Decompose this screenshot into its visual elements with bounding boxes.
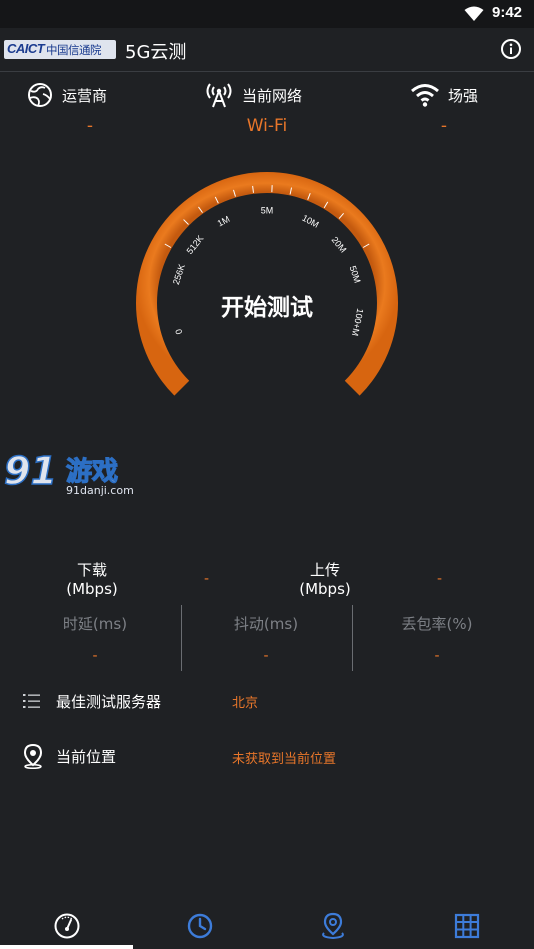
list-icon xyxy=(23,694,40,708)
watermark-url: 91danji.com xyxy=(66,484,134,497)
logo-text-cn: 中国信通院 xyxy=(46,43,102,57)
network-section: 当前网络 xyxy=(204,80,302,110)
latency-value: - xyxy=(92,648,98,664)
metric-divider xyxy=(181,605,182,671)
upload-title: 上传 (Mbps) xyxy=(285,561,365,599)
signal-value: - xyxy=(440,116,448,136)
status-time: 9:42 xyxy=(492,4,523,21)
latency-label: 时延(ms) xyxy=(62,615,128,633)
watermark-brand: 游戏 xyxy=(66,457,118,487)
location-value[interactable]: 未获取到当前位置 xyxy=(232,748,336,767)
wifi-status-icon xyxy=(464,6,484,21)
packet-loss-value: - xyxy=(434,648,440,664)
download-label: 下载 xyxy=(76,561,107,579)
app-title: 5G云测 xyxy=(125,42,187,63)
wifi-signal-icon xyxy=(411,84,439,107)
gauge-scale-label: 10M xyxy=(300,213,320,230)
jitter-value: - xyxy=(263,648,269,664)
speedometer-icon[interactable] xyxy=(53,912,81,940)
server-value[interactable]: 北京 xyxy=(232,692,258,711)
gauge-scale-label: 0 xyxy=(173,328,184,336)
gauge-scale-label: 50M xyxy=(348,265,363,285)
bottom-navigation xyxy=(0,900,534,949)
clock-icon[interactable] xyxy=(186,912,214,940)
download-unit: (Mbps) xyxy=(66,580,118,598)
gauge-scale-label: 512K xyxy=(185,233,206,256)
download-value: - xyxy=(204,571,210,587)
signal-section: 场强 xyxy=(410,80,478,110)
watermark-digits: 91 xyxy=(4,449,57,493)
server-label: 最佳测试服务器 xyxy=(56,692,162,711)
active-tab-indicator xyxy=(0,945,133,949)
download-title: 下载 (Mbps) xyxy=(52,561,132,599)
network-label: 当前网络 xyxy=(242,86,303,105)
operator-value: - xyxy=(86,116,94,136)
location-pin-icon xyxy=(23,743,43,769)
upload-value: - xyxy=(437,571,443,587)
caict-logo: CAICT 中国信通院 xyxy=(4,40,116,59)
site-watermark: 91 游戏 91danji.com xyxy=(4,448,134,497)
upload-unit: (Mbps) xyxy=(299,580,351,598)
metric-divider xyxy=(352,605,353,671)
table-icon[interactable] xyxy=(453,912,481,940)
status-bar: 9:42 xyxy=(0,0,534,28)
upload-label: 上传 xyxy=(309,561,340,579)
antenna-icon xyxy=(206,83,232,108)
map-pin-icon[interactable] xyxy=(319,912,347,940)
gauge-scale-label: 256K xyxy=(171,263,187,286)
operator-section: 运营商 xyxy=(26,80,107,110)
info-icon[interactable] xyxy=(500,38,522,60)
signal-label: 场强 xyxy=(448,86,479,105)
operator-label: 运营商 xyxy=(62,86,108,105)
location-row[interactable]: 当前位置 xyxy=(22,741,116,771)
start-test-button[interactable]: 开始测试 xyxy=(160,288,374,322)
gauge-scale-label: 20M xyxy=(330,235,349,255)
jitter-label: 抖动(ms) xyxy=(233,615,299,633)
gauge-scale-label: 1M xyxy=(216,214,232,229)
network-value: Wi-Fi xyxy=(246,116,288,136)
packet-loss-label: 丢包率(%) xyxy=(401,615,473,633)
globe-icon xyxy=(28,83,52,107)
gauge-scale-label: 5M xyxy=(261,205,274,215)
app-bar: CAICT 中国信通院 5G云测 xyxy=(0,28,534,72)
location-label: 当前位置 xyxy=(56,747,117,766)
logo-text-en: CAICT xyxy=(7,41,45,56)
server-row[interactable]: 最佳测试服务器 xyxy=(22,686,161,716)
